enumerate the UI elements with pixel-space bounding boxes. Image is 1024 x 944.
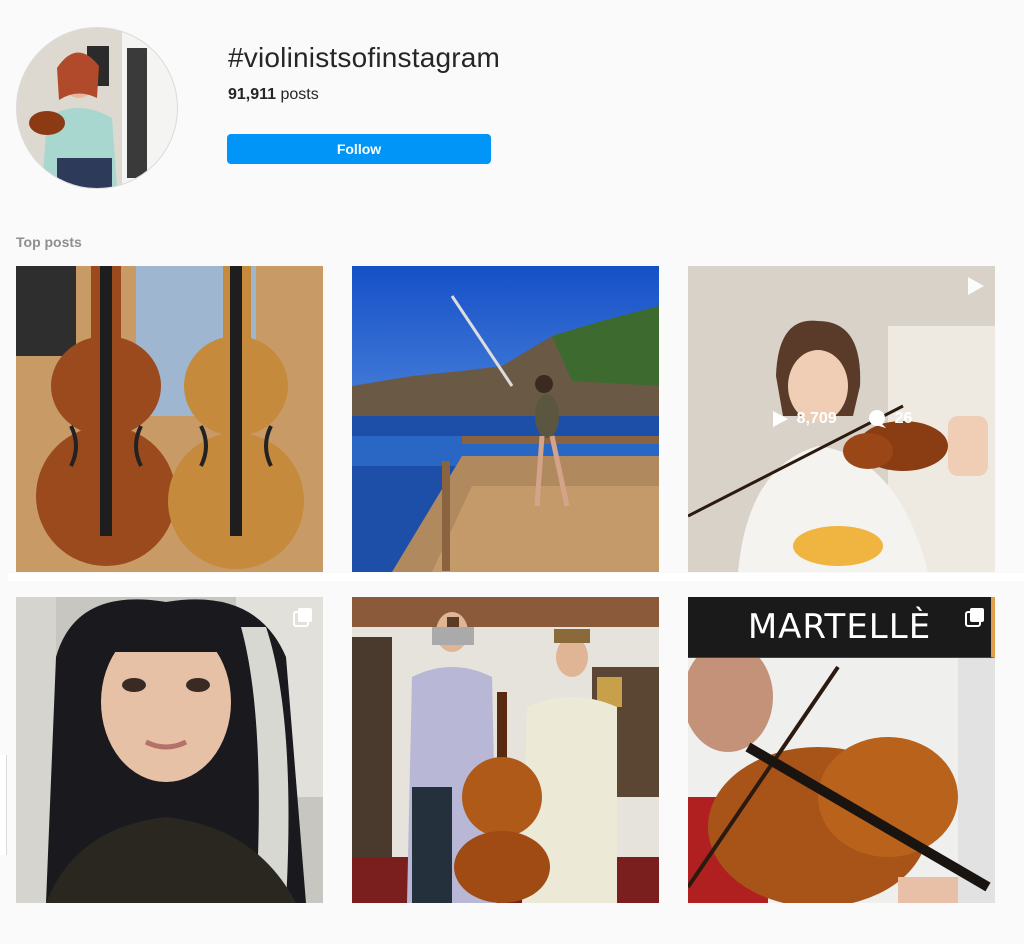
post-tile-portrait[interactable] (16, 597, 323, 903)
post-image-violins (16, 266, 323, 572)
martelle-title-overlay: MARTELLÈ (688, 597, 995, 658)
comments-count: 26 (894, 410, 913, 427)
post-count-suffix: posts (276, 86, 319, 103)
post-image-portrait (16, 597, 323, 903)
post-tile-violins[interactable] (16, 266, 323, 572)
plays-stat: 8,709 (771, 410, 837, 428)
hashtag-title: #violinistsofinstagram (228, 42, 501, 73)
post-image-dock (352, 266, 659, 572)
top-posts-label: Top posts (16, 234, 82, 250)
post-image-cello-shop (352, 597, 659, 903)
post-count-number: 91,911 (228, 86, 277, 103)
carousel-icon (293, 607, 313, 627)
hashtag-avatar (16, 27, 178, 189)
comments-stat: 26 (867, 409, 913, 429)
follow-button[interactable]: Follow (227, 134, 491, 164)
post-hover-stats: 8,709 26 (688, 266, 995, 572)
plays-count: 8,709 (796, 410, 837, 427)
edge-scrollbar[interactable] (0, 755, 7, 855)
post-tile-dock[interactable] (352, 266, 659, 572)
play-icon (772, 411, 788, 427)
post-tile-cello-shop[interactable] (352, 597, 659, 903)
post-tile-martelle[interactable]: MARTELLÈ (688, 597, 995, 903)
comment-icon (868, 410, 886, 428)
carousel-icon (965, 607, 985, 627)
post-tile-video[interactable]: 8,709 26 (688, 266, 995, 572)
avatar-image (17, 28, 177, 188)
post-count: 91,911 posts (228, 86, 319, 104)
row-divider (8, 573, 1024, 581)
